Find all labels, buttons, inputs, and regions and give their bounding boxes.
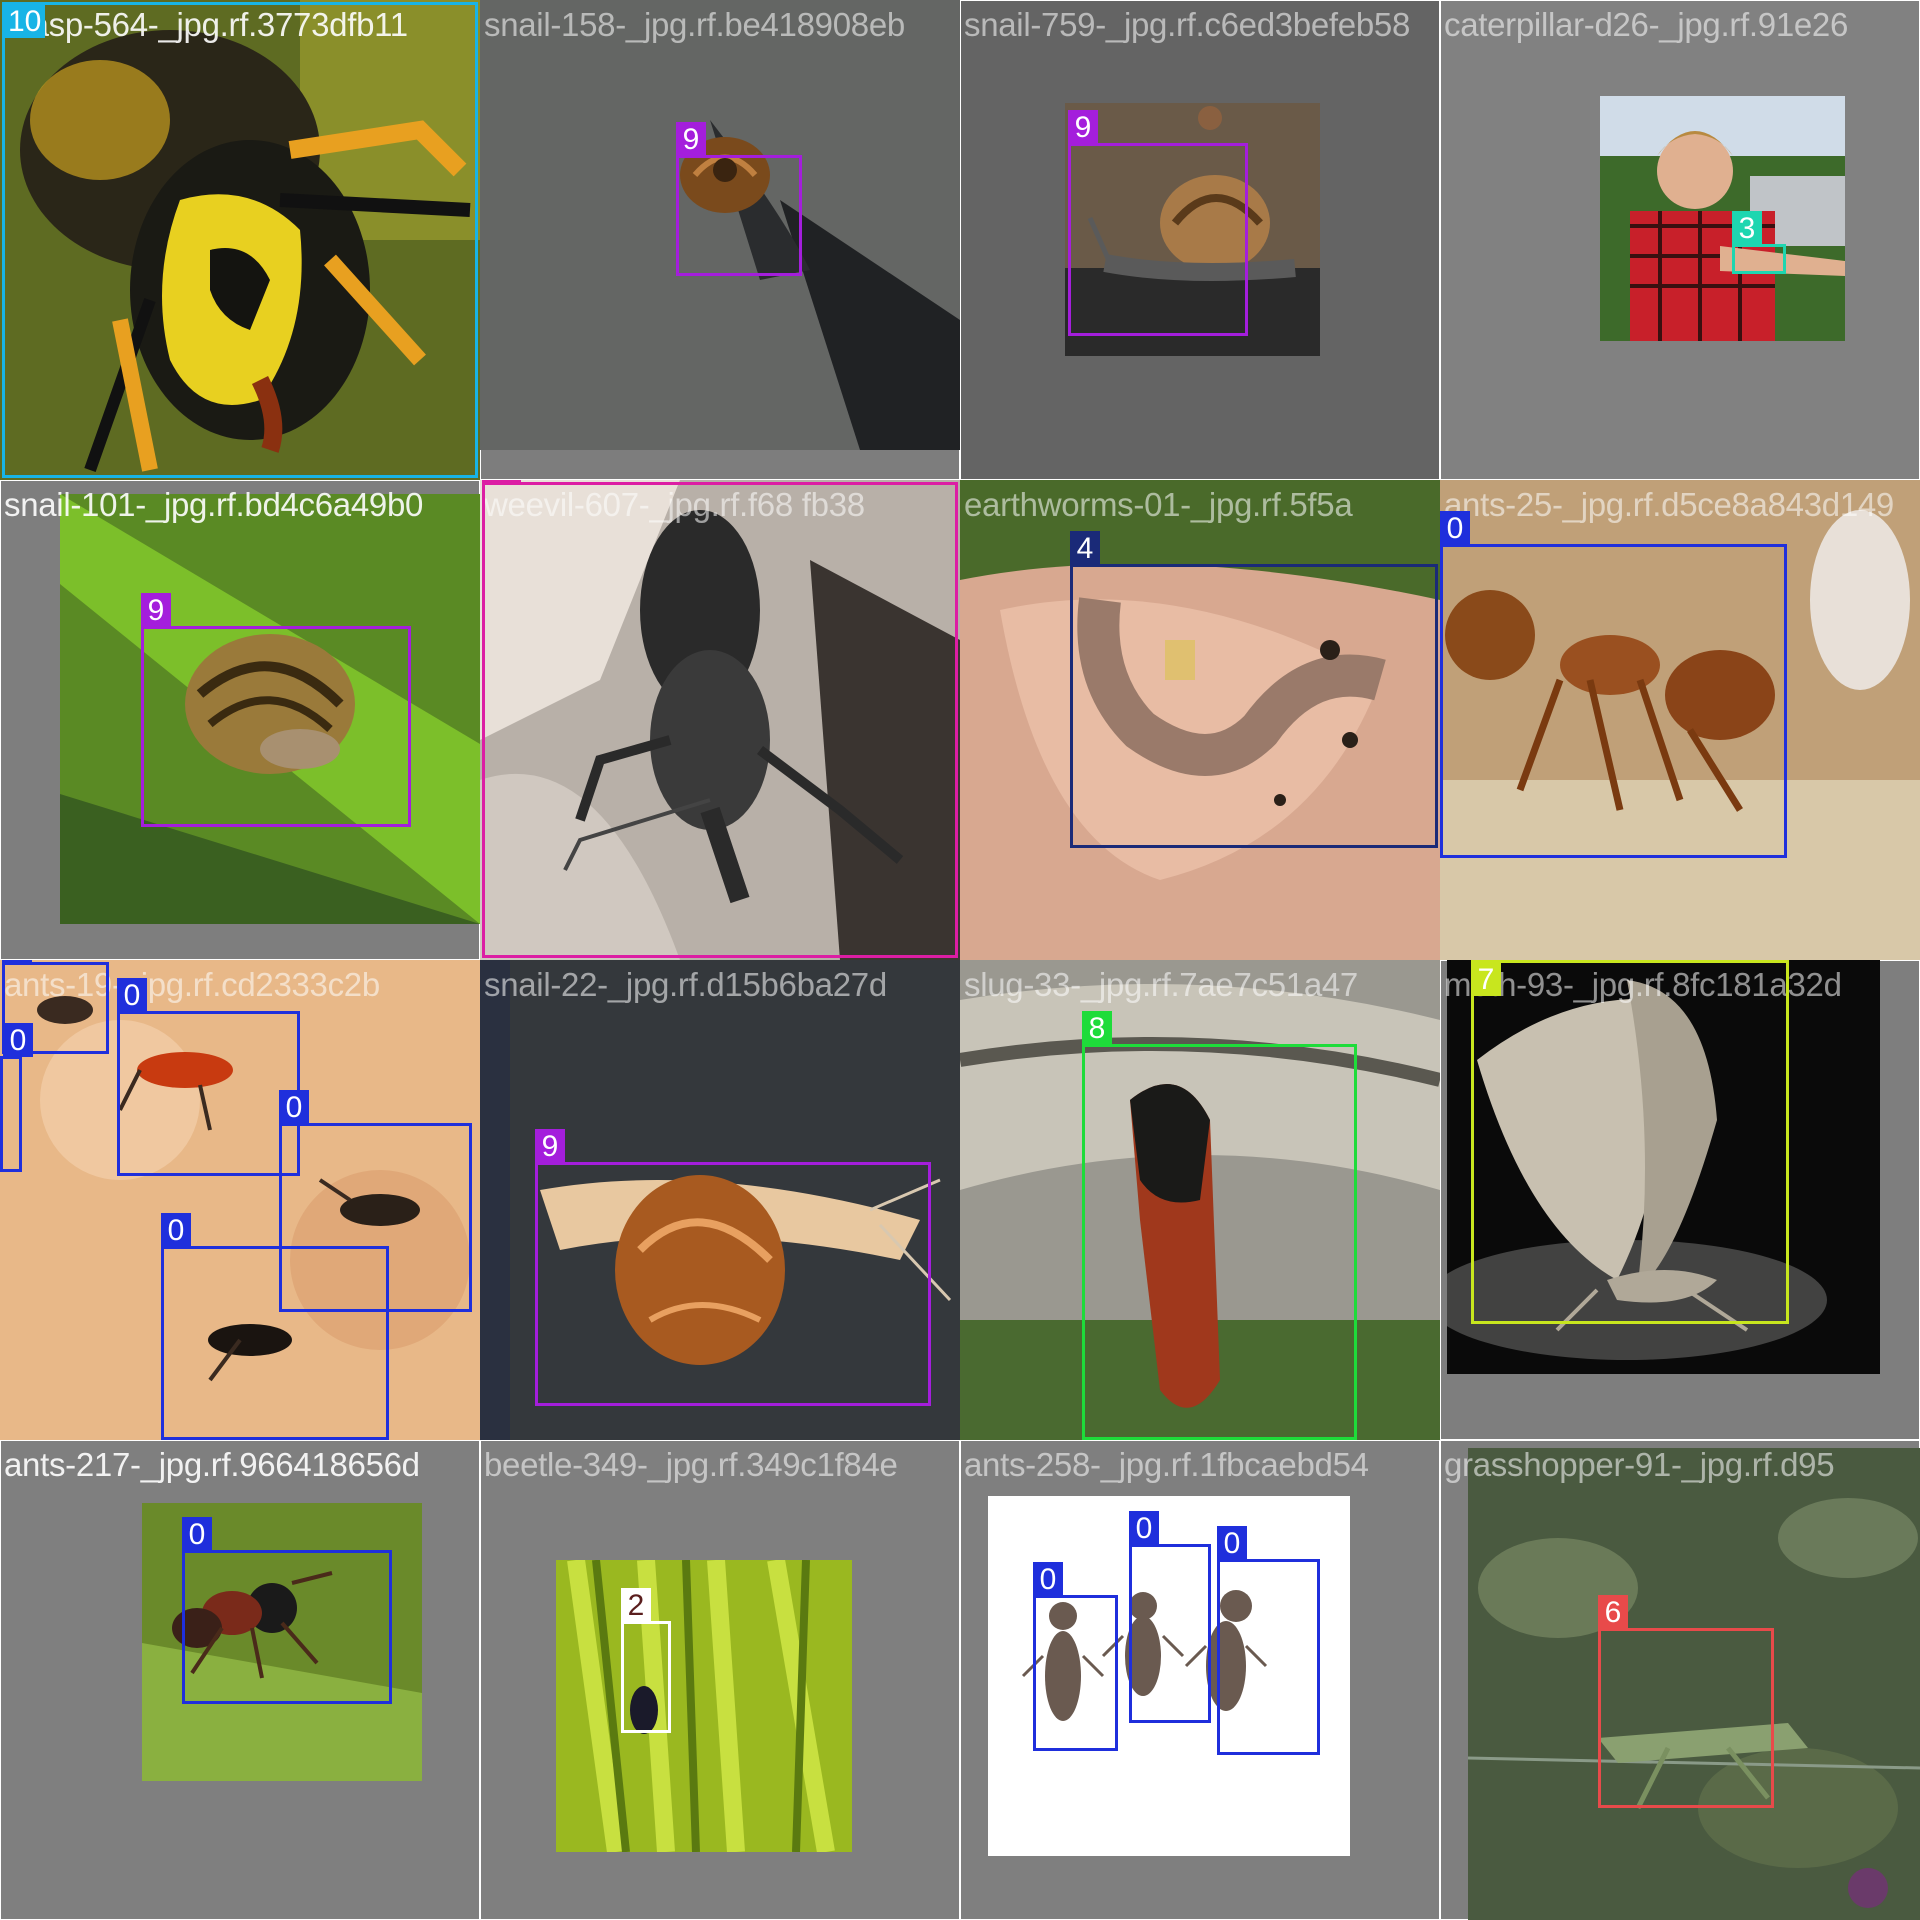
file-name: snail-158-_jpg.rf.be418908eb bbox=[484, 6, 905, 43]
beetle-image bbox=[556, 1560, 852, 1852]
file-name: ants-217-_jpg.rf.966418656d bbox=[4, 1446, 420, 1483]
bbox: 10 bbox=[2, 2, 478, 478]
bbox: 9 bbox=[141, 593, 411, 827]
file-name: snail-101-_jpg.rf.bd4c6a49b0 bbox=[4, 486, 424, 523]
bbox: 9 bbox=[535, 1129, 931, 1406]
bbox: 9 bbox=[676, 122, 802, 276]
class-label: 8 bbox=[1082, 1011, 1112, 1045]
class-label: 0 bbox=[1033, 1562, 1063, 1596]
class-label: 0 bbox=[161, 1213, 191, 1247]
man-photo bbox=[1600, 96, 1845, 341]
bbox: 0 bbox=[1033, 1562, 1118, 1751]
tile-slug: slug-33-_jpg.rf.7ae7c51a47 8 bbox=[960, 960, 1440, 1440]
class-label: 0 bbox=[117, 978, 147, 1012]
tile-snail-leaf: snail-101-_jpg.rf.bd4c6a49b0 9 bbox=[0, 480, 480, 960]
man-image bbox=[1600, 96, 1845, 341]
tile-earthworm: earthworms-01-_jpg.rf.5f5a 4 bbox=[960, 480, 1440, 960]
bbox: 0 bbox=[0, 1023, 33, 1172]
bbox: 0 bbox=[1217, 1526, 1320, 1755]
tile-beetle-grass: beetle-349-_jpg.rf.349c1f84e 2 bbox=[480, 1440, 960, 1920]
bbox: 7 bbox=[1471, 960, 1789, 1324]
file-name: snail-22-_jpg.rf.d15b6ba27d bbox=[484, 966, 887, 1003]
tile-ant-red: ants-25-_jpg.rf.d5ce8a843d149 0 bbox=[1440, 480, 1920, 960]
bbox: 0 bbox=[182, 1517, 392, 1704]
file-name: caterpillar-d26-_jpg.rf.91e26 bbox=[1444, 6, 1849, 43]
file-name: ants-25-_jpg.rf.d5ce8a843d149 bbox=[1444, 486, 1894, 523]
class-label: 2 bbox=[621, 1588, 651, 1622]
tile-weevil: weevil-607-_jpg.rf.f68 fb38 11 bbox=[480, 480, 960, 960]
tile-caterpillar-man: caterpillar-d26-_jpg.rf.91e26 3 bbox=[1440, 0, 1920, 480]
bbox: 2 bbox=[621, 1588, 671, 1733]
bbox: 0 bbox=[1440, 511, 1787, 858]
class-label: 9 bbox=[141, 593, 171, 627]
bbox: 9 bbox=[1068, 110, 1248, 336]
bbox: 0 bbox=[1129, 1511, 1211, 1723]
class-label: 9 bbox=[1068, 110, 1098, 144]
tile-grasshopper: grasshopper-91-_jpg.rf.d95 6 bbox=[1440, 1440, 1920, 1920]
class-label: 10 bbox=[4, 4, 46, 38]
bbox: 0 bbox=[117, 978, 300, 1176]
tile-snail-asphalt: snail-22-_jpg.rf.d15b6ba27d 9 bbox=[480, 960, 960, 1440]
bbox: 3 bbox=[1732, 211, 1786, 274]
file-name: earthworms-01-_jpg.rf.5f5a bbox=[964, 486, 1353, 523]
class-label: 11 bbox=[482, 480, 522, 483]
tile-ant-leaf: ants-217-_jpg.rf.966418656d 0 bbox=[0, 1440, 480, 1920]
class-label: 0 bbox=[1129, 1511, 1159, 1545]
file-name: ants-258-_jpg.rf.1fbcaebd54 bbox=[964, 1446, 1369, 1483]
class-label: 6 bbox=[1598, 1595, 1628, 1629]
training-batch-mosaic: ...asp-564-_jpg.rf.3773dfb11 10 snail-15… bbox=[0, 0, 1920, 1920]
class-label: 0 bbox=[2, 960, 32, 963]
class-label: 0 bbox=[3, 1023, 33, 1057]
tile-moth: moth-93-_jpg.rf.8fc181a32d 7 bbox=[1440, 960, 1920, 1440]
bbox: 6 bbox=[1598, 1595, 1774, 1808]
class-label: 0 bbox=[1440, 511, 1470, 545]
file-name: grasshopper-91-_jpg.rf.d95 bbox=[1444, 1446, 1835, 1483]
class-label: 0 bbox=[182, 1517, 212, 1551]
tile-wasp: ...asp-564-_jpg.rf.3773dfb11 10 bbox=[0, 0, 480, 480]
class-label: 3 bbox=[1732, 211, 1762, 245]
bbox: 11 bbox=[482, 480, 958, 958]
class-label: 9 bbox=[535, 1129, 565, 1163]
tile-snail-shadow: snail-158-_jpg.rf.be418908eb 9 bbox=[480, 0, 960, 480]
file-name: slug-33-_jpg.rf.7ae7c51a47 bbox=[964, 966, 1358, 1003]
tile-ants-rock: ants-19-_jpg.rf.cd2333c2b 0 0 0 0 0 bbox=[0, 960, 480, 1440]
class-label: 4 bbox=[1070, 531, 1100, 565]
class-label: 9 bbox=[676, 122, 706, 156]
bbox: 8 bbox=[1082, 1011, 1357, 1440]
file-name: snail-759-_jpg.rf.c6ed3befeb58 bbox=[964, 6, 1410, 43]
class-label: 7 bbox=[1471, 962, 1501, 996]
tile-ants-white: ants-258-_jpg.rf.1fbcaebd54 0 0 0 bbox=[960, 1440, 1440, 1920]
tile-snail-step: snail-759-_jpg.rf.c6ed3befeb58 9 bbox=[960, 0, 1440, 480]
beetle-photo bbox=[556, 1560, 852, 1852]
bbox: 0 bbox=[161, 1213, 389, 1440]
file-name: beetle-349-_jpg.rf.349c1f84e bbox=[484, 1446, 898, 1483]
class-label: 0 bbox=[1217, 1526, 1247, 1560]
bbox: 4 bbox=[1070, 531, 1438, 848]
class-label: 0 bbox=[279, 1090, 309, 1124]
